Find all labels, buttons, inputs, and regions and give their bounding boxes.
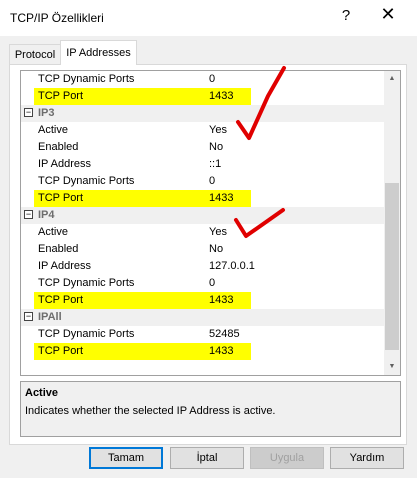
- description-pane: Active Indicates whether the selected IP…: [20, 381, 401, 437]
- property-name: TCP Dynamic Ports: [38, 328, 135, 340]
- property-row[interactable]: Active Yes: [21, 122, 384, 139]
- property-name: TCP Port: [38, 294, 84, 306]
- category-header[interactable]: − IP3: [21, 105, 384, 122]
- scroll-up-icon[interactable]: ▲: [384, 71, 400, 87]
- property-value[interactable]: No: [209, 141, 223, 153]
- category-header[interactable]: − IP4: [21, 207, 384, 224]
- property-value[interactable]: 0: [209, 175, 215, 187]
- property-name: Active: [38, 226, 68, 238]
- property-name: TCP Dynamic Ports: [38, 73, 135, 85]
- property-name: IP Address: [38, 260, 91, 272]
- property-grid: TCP Dynamic Ports 0 TCP Port 1433− IP3 Active…: [20, 70, 401, 376]
- description-text: Indicates whether the selected IP Addres…: [25, 405, 276, 417]
- apply-button[interactable]: Uygula: [250, 447, 324, 469]
- property-value[interactable]: Yes: [209, 226, 227, 238]
- collapse-icon[interactable]: −: [24, 312, 33, 321]
- property-name: TCP Dynamic Ports: [38, 175, 135, 187]
- property-value[interactable]: No: [209, 243, 223, 255]
- category-name: IPAll: [38, 311, 62, 323]
- property-name: TCP Port: [38, 345, 84, 357]
- vertical-scrollbar[interactable]: ▲ ▼: [384, 71, 400, 375]
- property-name: IP Address: [38, 158, 91, 170]
- property-value[interactable]: 1433: [209, 90, 233, 102]
- property-value[interactable]: Yes: [209, 124, 227, 136]
- property-row[interactable]: TCP Dynamic Ports 0: [21, 71, 384, 88]
- category-header[interactable]: − IPAll: [21, 309, 384, 326]
- property-row[interactable]: Active Yes: [21, 224, 384, 241]
- dialog-body: Protocol IP Addresses TCP Dynamic Ports 0…: [0, 36, 417, 478]
- property-value[interactable]: 1433: [209, 192, 233, 204]
- tab-panel: TCP Dynamic Ports 0 TCP Port 1433− IP3 Active…: [9, 64, 407, 445]
- window-title: TCP/IP Özellikleri: [10, 11, 104, 25]
- category-name: IP3: [38, 107, 55, 119]
- collapse-icon[interactable]: −: [24, 108, 33, 117]
- ok-button[interactable]: Tamam: [89, 447, 163, 469]
- property-row[interactable]: IP Address::1: [21, 156, 384, 173]
- property-name: TCP Port: [38, 192, 84, 204]
- property-row[interactable]: TCP Dynamic Ports 52485: [21, 326, 384, 343]
- collapse-icon[interactable]: −: [24, 210, 33, 219]
- property-name: TCP Port: [38, 90, 84, 102]
- property-name: Enabled: [38, 243, 79, 255]
- property-name: Enabled: [38, 141, 79, 153]
- category-name: IP4: [38, 209, 55, 221]
- property-row[interactable]: Enabled No: [21, 139, 384, 156]
- property-value[interactable]: 1433: [209, 294, 233, 306]
- scrollbar-thumb[interactable]: [385, 183, 399, 350]
- property-row[interactable]: TCP Dynamic Ports 0: [21, 275, 384, 292]
- close-icon[interactable]: ✕: [376, 4, 400, 25]
- tab-ip-addresses[interactable]: IP Addresses: [60, 40, 137, 65]
- cancel-button[interactable]: İptal: [170, 447, 244, 469]
- help-icon[interactable]: ?: [336, 7, 356, 24]
- property-row[interactable]: Enabled No: [21, 241, 384, 258]
- property-value[interactable]: ::1: [209, 158, 221, 170]
- property-name: TCP Dynamic Ports: [38, 277, 135, 289]
- property-value[interactable]: 0: [209, 277, 215, 289]
- property-row[interactable]: TCP Port 1433: [21, 190, 384, 207]
- property-row[interactable]: TCP Port 1433: [21, 88, 384, 105]
- property-row[interactable]: TCP Port 1433: [21, 343, 384, 360]
- property-value[interactable]: 0: [209, 73, 215, 85]
- property-row[interactable]: IP Address 127.0.0.1: [21, 258, 384, 275]
- description-title: Active: [25, 387, 59, 399]
- property-name: Active: [38, 124, 68, 136]
- title-bar: TCP/IP Özellikleri ? ✕: [0, 0, 417, 36]
- property-value[interactable]: 1433: [209, 345, 233, 357]
- property-value[interactable]: 52485: [209, 328, 240, 340]
- help-button[interactable]: Yardım: [330, 447, 404, 469]
- property-row[interactable]: TCP Dynamic Ports 0: [21, 173, 384, 190]
- tab-protocol[interactable]: Protocol: [9, 44, 61, 64]
- property-value[interactable]: 127.0.0.1: [209, 260, 255, 272]
- scroll-down-icon[interactable]: ▼: [384, 359, 400, 375]
- property-row[interactable]: TCP Port 1433: [21, 292, 384, 309]
